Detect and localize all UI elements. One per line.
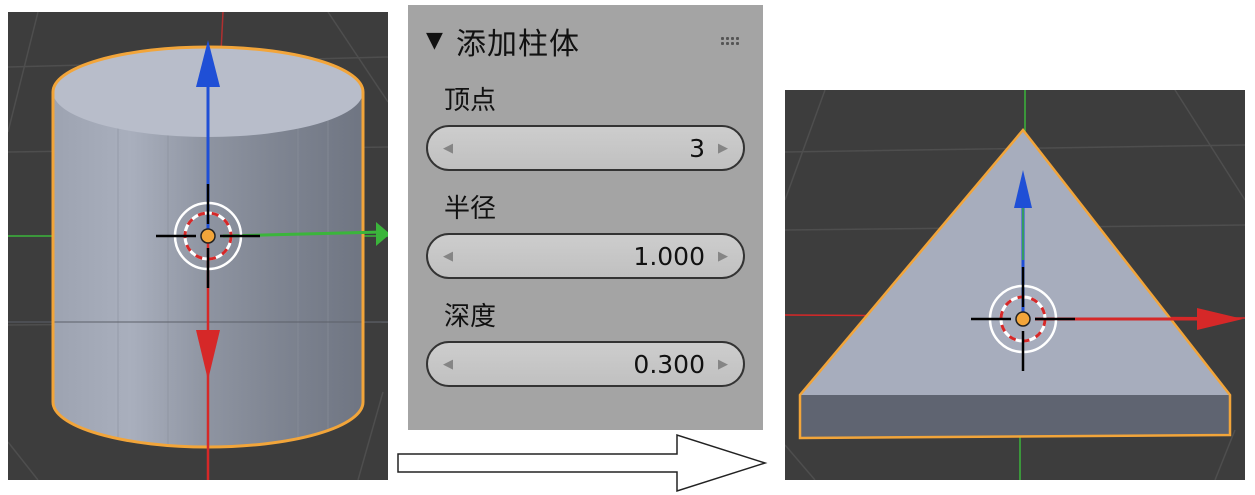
add-cylinder-panel: ▼ 添加柱体 顶点 ◀ 3 ▶ 半径 ◀ 1.000 ▶ 深度 ◀ 0.300 … — [408, 5, 763, 430]
grip-icon[interactable] — [721, 37, 739, 45]
cylinder-scene — [8, 12, 388, 480]
decrement-arrow-icon[interactable]: ◀ — [438, 249, 458, 264]
vertices-field[interactable]: ◀ 3 ▶ — [426, 125, 745, 171]
collapse-triangle-icon[interactable]: ▼ — [426, 30, 450, 52]
decrement-arrow-icon[interactable]: ◀ — [438, 141, 458, 156]
increment-arrow-icon[interactable]: ▶ — [713, 141, 733, 156]
panel-header[interactable]: ▼ 添加柱体 — [426, 19, 745, 63]
prism-top[interactable] — [800, 130, 1230, 395]
radius-field[interactable]: ◀ 1.000 ▶ — [426, 233, 745, 279]
decrement-arrow-icon[interactable]: ◀ — [438, 357, 458, 372]
flow-arrow-icon — [397, 433, 768, 493]
depth-label: 深度 — [444, 302, 497, 332]
prism-side[interactable] — [800, 395, 1230, 438]
prism-scene — [785, 90, 1245, 480]
radius-label: 半径 — [444, 194, 497, 224]
axis-y-arrow-icon[interactable] — [376, 222, 388, 246]
vertices-label: 顶点 — [444, 86, 497, 116]
axis-x-arrow-icon[interactable] — [1197, 308, 1243, 330]
increment-arrow-icon[interactable]: ▶ — [713, 249, 733, 264]
radius-value[interactable]: 1.000 — [458, 242, 713, 271]
panel-title: 添加柱体 — [456, 27, 580, 62]
depth-value[interactable]: 0.300 — [458, 350, 713, 379]
viewport-cylinder[interactable] — [8, 12, 388, 480]
depth-field[interactable]: ◀ 0.300 ▶ — [426, 341, 745, 387]
viewport-prism[interactable] — [785, 90, 1245, 480]
vertices-value[interactable]: 3 — [458, 134, 713, 163]
increment-arrow-icon[interactable]: ▶ — [713, 357, 733, 372]
